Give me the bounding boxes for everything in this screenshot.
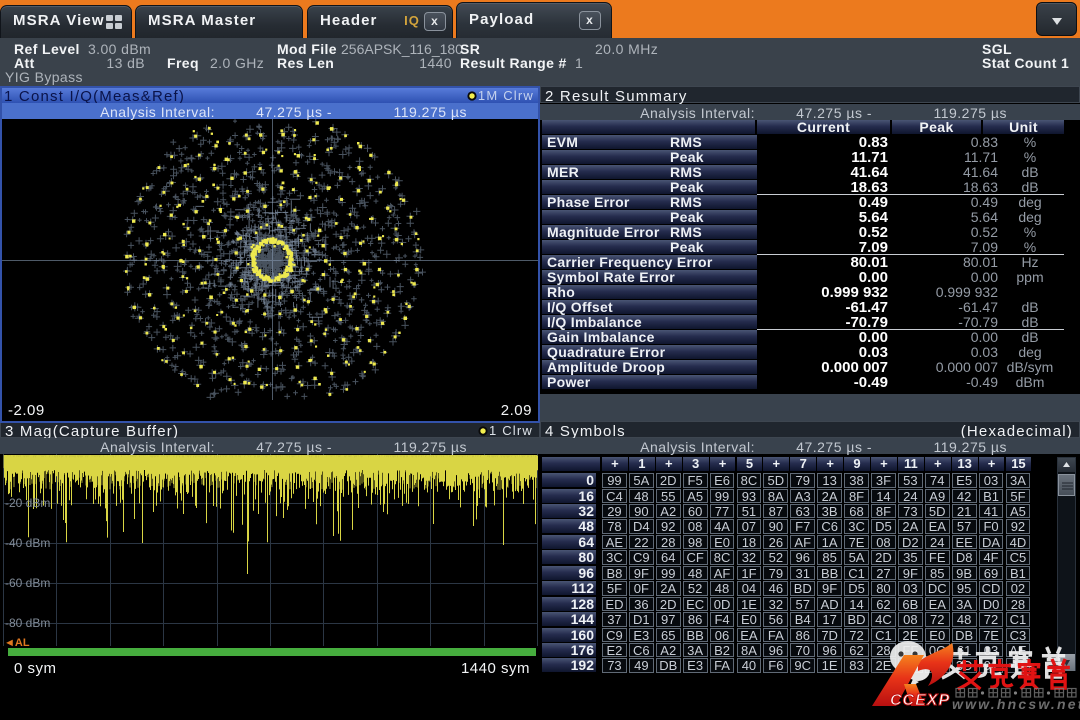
- svg-text:CCEXP: CCEXP: [890, 692, 950, 709]
